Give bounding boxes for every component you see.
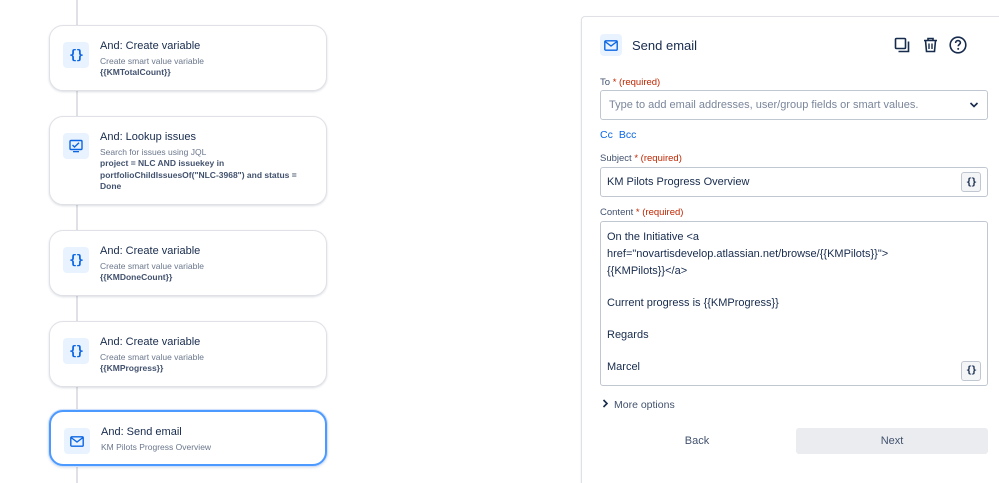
- subject-label: Subject * (required): [600, 153, 682, 164]
- card-description: KM Pilots Progress Overview: [101, 442, 212, 453]
- chevron-down-icon[interactable]: [969, 100, 979, 112]
- card-detail: {{KMTotalCount}}: [100, 67, 171, 78]
- card-detail: project = NLC AND issuekey in portfolioC…: [100, 158, 297, 192]
- card-detail: {{KMProgress}}: [100, 363, 164, 374]
- cc-link[interactable]: Cc: [600, 129, 613, 141]
- more-options-label: More options: [614, 399, 675, 411]
- content-line: Current progress is {{KMProgress}}: [607, 297, 779, 310]
- cc-bcc-links: Cc Bcc: [600, 129, 636, 141]
- flow-connector: [76, 465, 78, 483]
- card-title: And: Create variable: [100, 40, 201, 52]
- to-label: To * (required): [600, 77, 661, 88]
- panel-header: Send email: [600, 34, 697, 56]
- braces-icon: {}: [63, 338, 89, 364]
- flow-card-lookup-issues[interactable]: And: Lookup issues Search for issues usi…: [49, 116, 327, 205]
- mail-icon: [64, 428, 90, 454]
- flow-card-create-variable[interactable]: {} And: Create variable Create smart val…: [49, 321, 327, 387]
- search-monitor-icon: [63, 133, 89, 159]
- subject-value: KM Pilots Progress Overview: [607, 176, 750, 188]
- panel-title: Send email: [632, 37, 698, 53]
- content-line: Regards: [607, 329, 649, 342]
- content-line: Marcel: [607, 361, 641, 374]
- trash-icon[interactable]: [920, 35, 940, 55]
- to-placeholder: Type to add email addresses, user/group …: [609, 99, 919, 111]
- flow-connector: [76, 90, 78, 117]
- braces-icon: {}: [63, 42, 89, 68]
- help-icon[interactable]: [948, 35, 968, 55]
- content-field[interactable]: On the Initiative <a href="novartisdevel…: [600, 221, 988, 386]
- panel-actions: [892, 35, 968, 55]
- mail-icon: [600, 34, 622, 56]
- braces-icon: {}: [63, 247, 89, 273]
- card-description: Create smart value variable: [100, 56, 204, 67]
- card-description: Search for issues using JQL: [100, 147, 207, 158]
- card-detail: {{KMDoneCount}}: [100, 272, 173, 283]
- card-title: And: Create variable: [100, 245, 201, 257]
- more-options-toggle[interactable]: More options: [602, 399, 675, 411]
- card-title: And: Create variable: [100, 336, 201, 348]
- next-button[interactable]: Next: [796, 428, 988, 454]
- flow-card-send-email[interactable]: And: Send email KM Pilots Progress Overv…: [49, 410, 327, 466]
- card-description: Create smart value variable: [100, 352, 204, 363]
- flow-card-create-variable[interactable]: {} And: Create variable Create smart val…: [49, 230, 327, 296]
- back-button[interactable]: Back: [600, 428, 794, 454]
- flow-connector: [76, 386, 78, 412]
- flow-connector: [76, 204, 78, 231]
- card-title: And: Send email: [101, 426, 182, 438]
- content-label: Content * (required): [600, 207, 684, 218]
- card-title: And: Lookup issues: [100, 131, 197, 143]
- content-line: On the Initiative <a href="novartisdevel…: [607, 231, 889, 261]
- content-line: {{KMPilots}}</a>: [607, 265, 688, 278]
- to-field[interactable]: Type to add email addresses, user/group …: [600, 90, 988, 120]
- bcc-link[interactable]: Bcc: [619, 129, 637, 141]
- smart-value-button[interactable]: {}: [961, 361, 981, 381]
- rule-flow: {} And: Create variable Create smart val…: [0, 0, 560, 483]
- subject-field[interactable]: KM Pilots Progress Overview {}: [600, 167, 988, 197]
- chevron-right-icon: [602, 399, 609, 411]
- flow-card-create-variable[interactable]: {} And: Create variable Create smart val…: [49, 25, 327, 91]
- send-email-panel: Send email To * (required) Type to add e…: [581, 16, 999, 483]
- card-description: Create smart value variable: [100, 261, 204, 272]
- duplicate-icon[interactable]: [892, 35, 912, 55]
- flow-connector: [76, 295, 78, 322]
- flow-connector: [76, 0, 78, 26]
- smart-value-button[interactable]: {}: [961, 172, 981, 192]
